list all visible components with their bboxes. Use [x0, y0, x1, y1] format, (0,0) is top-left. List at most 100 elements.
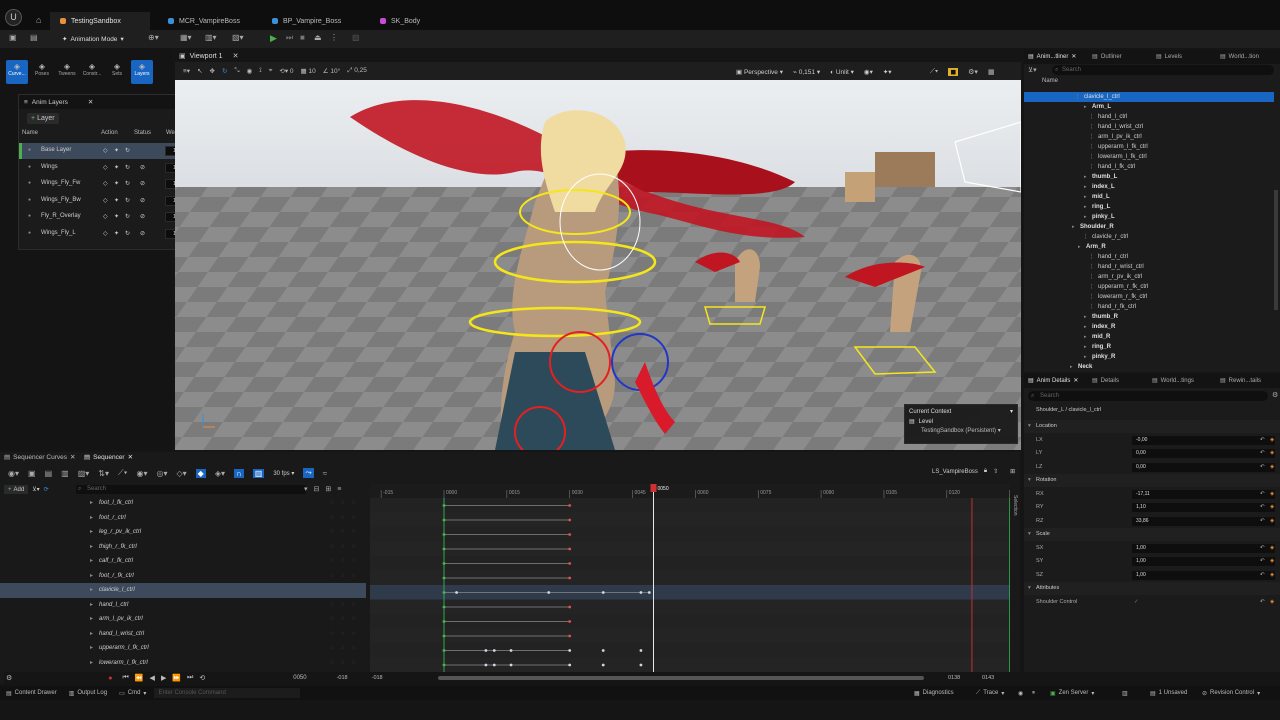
rotate-icon[interactable]: ↻ [125, 164, 130, 171]
curves-icon[interactable]: ⤳ [303, 468, 314, 478]
reset-icon[interactable]: ↶ [1260, 488, 1265, 501]
add-track-button[interactable]: + Add [4, 485, 29, 494]
outliner-item[interactable]: ▸ index_L [1024, 182, 1274, 192]
chevron-icon[interactable]: ▸ [1084, 352, 1087, 362]
reset-icon[interactable]: ↶ [1260, 569, 1265, 582]
document-tab[interactable]: BP_Vampire_Boss [262, 12, 354, 30]
menu-icon[interactable]: ≡▾ [183, 67, 190, 75]
collapse-icon[interactable]: ⊟ [314, 485, 320, 493]
solo-icon[interactable]: ◌ [352, 540, 356, 555]
outliner-item[interactable]: ╎ hand_l_ctrl [1024, 112, 1274, 122]
snap-icon[interactable]: ◈▾ [215, 469, 225, 478]
chevron-icon[interactable]: ▸ [1078, 242, 1081, 252]
keyframe[interactable] [547, 591, 551, 594]
solo-icon[interactable]: ◌ [352, 656, 356, 671]
view-icon[interactable]: ◉▾ [137, 469, 148, 478]
range-end-2[interactable]: 0143 [982, 675, 994, 681]
solo-icon[interactable]: ◌ [352, 569, 356, 584]
outliner-item[interactable]: ▸ index_R [1024, 322, 1274, 332]
field-value-input[interactable]: -0,00 [1132, 435, 1275, 445]
fps-dropdown[interactable]: 30 fps ▾ [273, 470, 294, 477]
magnet-icon[interactable]: ∩ [234, 468, 244, 478]
keyframe-icon[interactable]: ◈ [1270, 501, 1274, 514]
select-icon[interactable]: ✦ [114, 213, 119, 220]
outliner-item[interactable]: ╎ hand_r_ctrl [1024, 252, 1274, 262]
rotation-snap[interactable]: ∠ 10° [323, 67, 340, 75]
mode-dropdown[interactable]: ✦ Animation Mode ▾ [58, 33, 128, 45]
browse-icon[interactable]: ▤ [30, 33, 38, 42]
details-section-header[interactable]: ▾ Location [1024, 420, 1280, 433]
world-icon[interactable]: ◉ [247, 67, 253, 75]
output-log-button[interactable]: ▥ Output Log [69, 690, 107, 697]
diagnostics-button[interactable]: ▦ Diagnostics [914, 690, 954, 697]
keyframe[interactable] [492, 663, 496, 667]
surface-snap-icon[interactable]: ⟟ [259, 67, 261, 75]
solo-icon[interactable]: ◌ [352, 598, 356, 613]
chevron-right-icon[interactable]: ▸ [90, 627, 93, 642]
outliner-item[interactable]: ▸ mid_L [1024, 192, 1274, 202]
chevron-icon[interactable]: ▸ [1084, 312, 1087, 322]
render-icon[interactable]: ▥ [61, 469, 69, 478]
realtime-icon[interactable]: ⟋▾ [930, 68, 938, 76]
parent-icon[interactable]: ⇧ [993, 468, 998, 475]
lock-icon[interactable]: 🔒︎ [984, 468, 987, 475]
field-value-input[interactable]: 1,00 [1132, 570, 1275, 580]
document-tab[interactable]: MCR_VampireBoss [158, 12, 250, 30]
eject-icon[interactable]: ⏏ [314, 33, 322, 42]
level-value[interactable]: TestingSandbox (Persistent) ▾ [921, 427, 1013, 434]
world-icon[interactable]: ◉▾ [8, 469, 19, 478]
outliner-item[interactable]: ╎ hand_l_wrist_ctrl [1024, 122, 1274, 132]
document-tab[interactable]: SK_Body [370, 12, 462, 30]
lock-icon[interactable]: ◌ [341, 569, 345, 584]
rotate-icon[interactable]: ↻ [125, 147, 130, 154]
details-section-header[interactable]: ▾ Scale [1024, 528, 1280, 541]
home-icon[interactable]: ⌂ [36, 15, 41, 25]
mute-icon[interactable]: ⊘ [140, 230, 145, 237]
reset-icon[interactable]: ↶ [1260, 542, 1265, 555]
solo-icon[interactable]: ◌ [352, 641, 356, 656]
range-start-2[interactable]: -018 [372, 675, 383, 681]
revision-control-button[interactable]: ⊘ Revision Control ▾ [1202, 690, 1260, 697]
key-icon[interactable]: ◇ [103, 164, 108, 171]
track-row[interactable]: ▸ foot_l_fk_ctrl ◌ ◌ ◌ [0, 496, 366, 511]
chevron-right-icon[interactable]: ▸ [90, 598, 93, 613]
stop-icon[interactable]: ■ [300, 33, 305, 42]
mute-icon[interactable]: ⊘ [140, 213, 145, 220]
keyframe[interactable] [639, 663, 643, 667]
tweens-mode-button[interactable]: ◈ Tweens [56, 60, 78, 84]
keyframe[interactable] [568, 518, 572, 522]
timeline-scrollbar[interactable] [438, 676, 924, 680]
keyframe[interactable] [568, 533, 572, 536]
prev-key-icon[interactable]: ⏪ [135, 674, 144, 682]
keyframe[interactable] [509, 663, 513, 667]
solo-icon[interactable]: ◌ [352, 612, 356, 627]
track-row[interactable]: ▸ foot_r_ctrl ◌ ◌ ◌ [0, 511, 366, 526]
key-icon[interactable]: ◇ [103, 147, 108, 154]
track-row[interactable]: ▸ thigh_r_fk_ctrl ◌ ◌ ◌ [0, 540, 366, 555]
viewport-tab[interactable]: Viewport 1 [190, 53, 223, 60]
rotate-icon[interactable]: ↻ [125, 180, 130, 187]
rotate-icon[interactable]: ↻ [125, 230, 130, 237]
chevron-down-icon[interactable]: ▾ [304, 485, 308, 493]
viewport[interactable] [175, 62, 1021, 450]
playback-icon[interactable]: ◎▾ [157, 469, 168, 478]
outliner-item[interactable]: ▸ Shoulder_R [1024, 222, 1274, 232]
chevron-right-icon[interactable]: ▸ [90, 511, 93, 526]
viewport-scene[interactable] [175, 62, 1021, 450]
select-icon[interactable]: ✦ [114, 180, 119, 187]
reset-icon[interactable]: ↶ [1260, 555, 1265, 568]
keyframe-icon[interactable]: ◈ [1270, 555, 1274, 568]
reset-icon[interactable]: ↶ [1260, 434, 1265, 447]
keyframe[interactable] [601, 591, 605, 594]
keyframe[interactable] [568, 649, 572, 652]
outliner-item[interactable]: ╎ upperarm_r_fk_ctrl [1024, 282, 1274, 292]
build-icon[interactable]: ▧▾ [232, 33, 244, 42]
eye-icon[interactable]: ◌ [330, 598, 334, 613]
lock-icon[interactable]: ◼ [948, 68, 959, 76]
outliner-item[interactable]: ╎ hand_r_fk_ctrl [1024, 302, 1274, 312]
lock-icon[interactable]: ◌ [341, 656, 345, 671]
lock-icon[interactable]: ◌ [341, 583, 345, 598]
solo-icon[interactable]: ◌ [352, 511, 356, 526]
outliner-item[interactable]: ╎ arm_r_pv_ik_ctrl [1024, 272, 1274, 282]
console-input[interactable]: Enter Console Command [154, 688, 301, 698]
